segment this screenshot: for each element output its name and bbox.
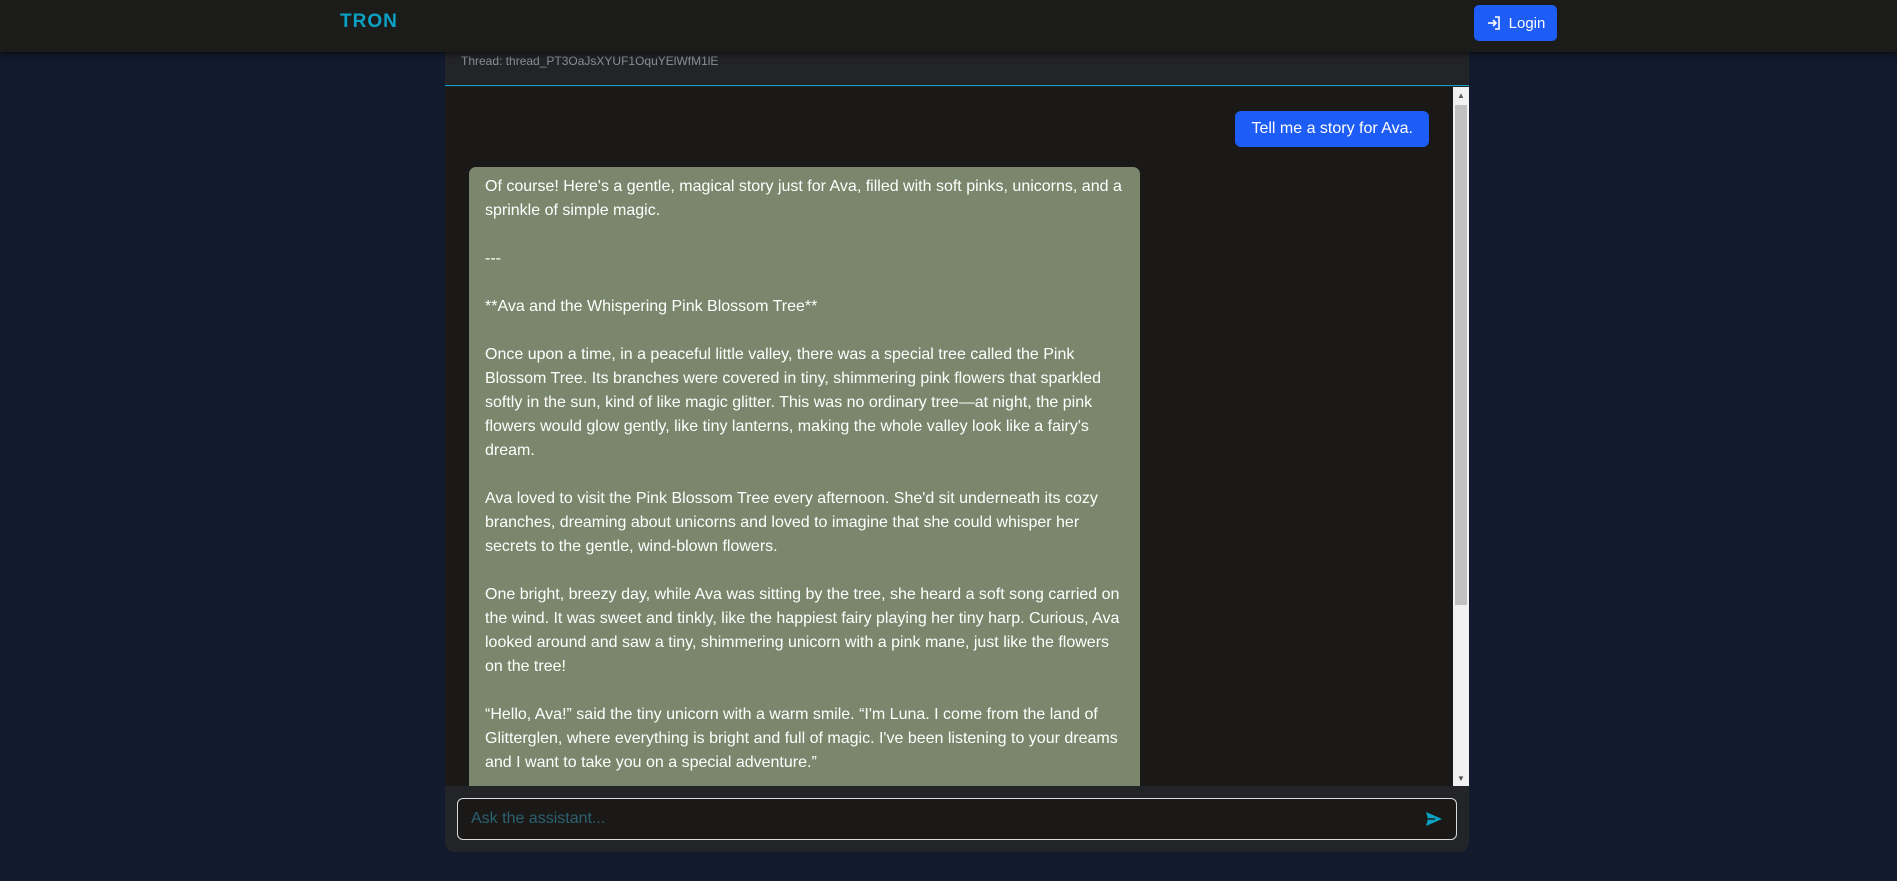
assistant-paragraph: “Hello, Ava!” said the tiny unicorn with…: [485, 706, 1118, 771]
assistant-paragraph: ---: [485, 250, 501, 267]
login-icon: [1487, 16, 1500, 30]
assistant-message: Of course! Here's a gentle, magical stor…: [469, 167, 1140, 786]
composer: [457, 798, 1457, 840]
brand-logo[interactable]: TRON: [340, 11, 398, 33]
thread-id-label: Thread: thread_PT3OaJsXYUF1OquYElWfM1lE: [461, 54, 719, 68]
assistant-paragraph: **Ava and the Whispering Pink Blossom Tr…: [485, 298, 818, 315]
assistant-paragraph: One bright, breezy day, while Ava was si…: [485, 586, 1120, 675]
assistant-paragraph: Of course! Here's a gentle, magical stor…: [485, 178, 1122, 219]
user-message: Tell me a story for Ava.: [1235, 111, 1429, 147]
login-label: Login: [1508, 14, 1546, 32]
scroll-up-arrow-icon[interactable]: ▲: [1453, 87, 1469, 103]
scroll-thumb[interactable]: [1455, 105, 1467, 605]
chat-scrollbar[interactable]: ▲ ▼: [1453, 87, 1469, 786]
assistant-paragraph: Ava loved to visit the Pink Blossom Tree…: [485, 490, 1098, 555]
top-navbar: TRON Login: [0, 0, 1897, 52]
send-icon[interactable]: [1424, 809, 1444, 829]
chat-panel: Thread: thread_PT3OaJsXYUF1OquYElWfM1lE …: [445, 30, 1469, 852]
assistant-paragraph: Once upon a time, in a peaceful little v…: [485, 346, 1101, 459]
message-input[interactable]: [459, 800, 1399, 838]
login-button[interactable]: Login: [1474, 5, 1557, 41]
scroll-down-arrow-icon[interactable]: ▼: [1453, 770, 1469, 786]
message-list[interactable]: Tell me a story for Ava. Of course! Here…: [445, 87, 1469, 786]
